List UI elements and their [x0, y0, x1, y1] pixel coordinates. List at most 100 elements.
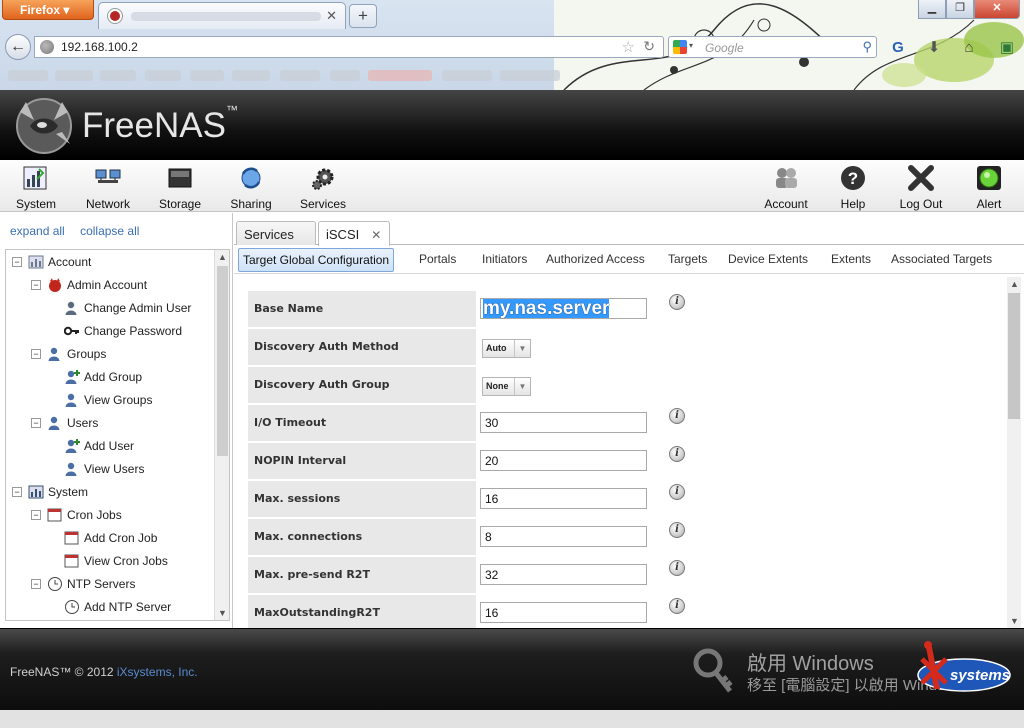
- info-icon[interactable]: i: [669, 446, 685, 462]
- text-input[interactable]: 30: [480, 412, 647, 433]
- info-icon[interactable]: i: [669, 560, 685, 576]
- tree-item[interactable]: − Users: [31, 413, 98, 433]
- tree-item[interactable]: − Cron Jobs: [31, 505, 122, 525]
- collapse-toggle-icon[interactable]: −: [12, 487, 22, 497]
- tree-scrollbar[interactable]: ▲ ▼: [214, 250, 229, 620]
- tab-services[interactable]: Services: [236, 221, 316, 245]
- nav-storage[interactable]: Storage: [156, 165, 204, 211]
- text-input[interactable]: 20: [480, 450, 647, 471]
- subtab[interactable]: Targets: [668, 252, 707, 266]
- bookmark-item[interactable]: [8, 70, 48, 81]
- scroll-up-icon[interactable]: ▲: [218, 252, 227, 262]
- info-icon[interactable]: i: [669, 408, 685, 424]
- nav-system[interactable]: System: [12, 165, 60, 211]
- engine-dropdown-icon[interactable]: ▾: [689, 41, 693, 50]
- tab-iscsi[interactable]: iSCSI ✕: [318, 221, 390, 246]
- tree-item[interactable]: Add User: [64, 436, 134, 456]
- company-link[interactable]: iXsystems, Inc.: [117, 665, 198, 679]
- bookmark-item[interactable]: [232, 70, 270, 81]
- scroll-down-icon[interactable]: ▼: [1010, 616, 1019, 626]
- bookmark-item[interactable]: [100, 70, 136, 81]
- bookmark-item[interactable]: [55, 70, 93, 81]
- subtab[interactable]: Extents: [831, 252, 871, 266]
- search-bar[interactable]: ▾ Google ⚲: [668, 36, 877, 58]
- tree-item[interactable]: − System: [12, 482, 88, 502]
- info-icon[interactable]: i: [669, 522, 685, 538]
- tree-item[interactable]: − Account: [12, 252, 91, 272]
- tree-item[interactable]: View Groups: [64, 390, 152, 410]
- site-identity-icon[interactable]: [40, 40, 54, 54]
- tree-item[interactable]: − NTP Servers: [31, 574, 135, 594]
- expand-all-link[interactable]: expand all: [10, 224, 65, 238]
- url-bar[interactable]: 192.168.100.2 ☆ ↻: [34, 36, 664, 58]
- firefox-menu-button[interactable]: Firefox ▾: [2, 0, 94, 20]
- nav-account[interactable]: Account: [760, 165, 812, 211]
- minimize-button[interactable]: ▁: [918, 0, 946, 19]
- addon-icon[interactable]: G: [888, 38, 908, 58]
- chevron-down-icon[interactable]: ▼: [514, 378, 530, 395]
- tab-close-icon[interactable]: ✕: [326, 8, 337, 24]
- collapse-toggle-icon[interactable]: −: [31, 579, 41, 589]
- search-icon[interactable]: ⚲: [862, 39, 872, 55]
- nav-services[interactable]: Services: [297, 165, 349, 211]
- nav-alert[interactable]: Alert: [972, 165, 1006, 211]
- text-input[interactable]: 16: [480, 488, 647, 509]
- tree-item[interactable]: View Users: [64, 459, 144, 479]
- collapse-all-link[interactable]: collapse all: [80, 224, 139, 238]
- content-scrollbar[interactable]: ▲ ▼: [1007, 277, 1021, 628]
- bookmark-star-icon[interactable]: ☆: [622, 38, 635, 56]
- bookmark-item[interactable]: [145, 70, 181, 81]
- scrollbar-thumb[interactable]: [1008, 293, 1020, 419]
- scroll-down-icon[interactable]: ▼: [218, 608, 227, 618]
- tree-item[interactable]: Add Cron Job: [64, 528, 157, 548]
- maximize-button[interactable]: ❐: [946, 0, 974, 19]
- tree-item[interactable]: View Cron Jobs: [64, 551, 168, 571]
- tree-item[interactable]: Add Group: [64, 367, 142, 387]
- google-engine-icon[interactable]: [673, 40, 687, 54]
- subtab[interactable]: Target Global Configuration: [238, 248, 395, 272]
- tree-item[interactable]: − Admin Account: [31, 275, 147, 295]
- subtab[interactable]: Portals: [419, 252, 456, 266]
- reload-icon[interactable]: ↻: [643, 38, 655, 55]
- collapse-toggle-icon[interactable]: −: [31, 349, 41, 359]
- select-dropdown[interactable]: None ▼: [482, 377, 531, 396]
- browser-tab[interactable]: ✕: [98, 2, 346, 29]
- nav-logout[interactable]: Log Out: [894, 165, 948, 211]
- tree-item[interactable]: − Groups: [31, 344, 106, 364]
- subtab[interactable]: Initiators: [482, 252, 527, 266]
- info-icon[interactable]: i: [669, 598, 685, 614]
- select-dropdown[interactable]: Auto ▼: [482, 339, 531, 358]
- home-icon[interactable]: ⌂: [959, 38, 979, 58]
- subtab[interactable]: Device Extents: [728, 252, 808, 266]
- bookmark-item[interactable]: [280, 70, 320, 81]
- tree-item[interactable]: Change Admin User: [64, 298, 191, 318]
- back-button[interactable]: ←: [5, 34, 31, 60]
- subtab[interactable]: Associated Targets: [891, 252, 992, 266]
- info-icon[interactable]: i: [669, 294, 685, 310]
- text-input[interactable]: 8: [480, 526, 647, 547]
- subtab[interactable]: Authorized Access: [546, 252, 645, 266]
- bookmark-item[interactable]: [190, 70, 224, 81]
- tab-close-icon[interactable]: ✕: [371, 228, 381, 242]
- bookmark-item[interactable]: [500, 70, 560, 81]
- new-tab-button[interactable]: +: [349, 4, 377, 28]
- nav-sharing[interactable]: Sharing: [226, 165, 276, 211]
- info-icon[interactable]: i: [669, 484, 685, 500]
- text-input[interactable]: my.nas.server: [480, 298, 647, 319]
- bookmark-item[interactable]: [368, 70, 432, 81]
- collapse-toggle-icon[interactable]: −: [12, 257, 22, 267]
- scrollbar-thumb[interactable]: [217, 266, 228, 456]
- extension-icon[interactable]: ▣: [997, 38, 1017, 58]
- nav-help[interactable]: ? Help: [836, 165, 870, 211]
- collapse-toggle-icon[interactable]: −: [31, 418, 41, 428]
- text-input[interactable]: 16: [480, 602, 647, 623]
- bookmark-item[interactable]: [330, 70, 360, 81]
- tree-item[interactable]: Change Password: [63, 321, 182, 341]
- text-input[interactable]: 32: [480, 564, 647, 585]
- window-close-button[interactable]: ✕: [974, 0, 1020, 19]
- nav-network[interactable]: Network: [82, 165, 134, 211]
- chevron-down-icon[interactable]: ▼: [514, 340, 530, 357]
- tree-item[interactable]: Add NTP Server: [64, 597, 171, 617]
- collapse-toggle-icon[interactable]: −: [31, 280, 41, 290]
- scroll-up-icon[interactable]: ▲: [1010, 279, 1019, 289]
